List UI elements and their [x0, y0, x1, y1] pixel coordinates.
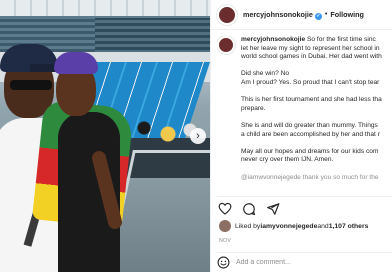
post-date: NOV	[219, 238, 232, 244]
caption-line: prepare.	[241, 104, 266, 112]
caption-line: May all our hopes and dreams for our kid…	[241, 147, 379, 155]
caption-username[interactable]: mercyjohnsonokojie	[241, 36, 305, 43]
liker-avatar[interactable]	[219, 220, 231, 232]
comment-input[interactable]	[236, 259, 386, 266]
caption-line: world school games in Dubai. Her dad wen…	[241, 53, 382, 61]
post-panel: mercyjohnsonokojie ✓ • Following mercyjoh…	[210, 0, 392, 272]
caption-line: Did she win? No	[241, 70, 290, 78]
girl-cap	[54, 52, 98, 74]
verified-badge-icon: ✓	[314, 12, 322, 20]
likes-summary: Liked by iamyvonnejegede and 1,107 other…	[219, 220, 392, 232]
likes-middle: and	[317, 222, 329, 230]
caption-line-faded: @iamwvonnejegede thank you so much for t…	[241, 173, 379, 181]
send-icon[interactable]	[265, 201, 281, 217]
caption-line: let her leave my sight to represent her …	[241, 44, 380, 52]
caption-line: a child are been accomplished by her and…	[241, 130, 380, 138]
likes-prefix: Liked by	[235, 222, 261, 230]
sunglasses	[10, 80, 52, 90]
comment-icon[interactable]	[241, 201, 257, 217]
caption-line: Am I proud? Yes. So proud that I can't s…	[241, 78, 380, 86]
comment-bar	[217, 252, 392, 272]
header-username[interactable]: mercyjohnsonokojie ✓	[243, 10, 322, 20]
caption-avatar[interactable]	[217, 36, 235, 54]
liker-username[interactable]: iamyvonnejegede	[260, 223, 317, 230]
caption-line: So for the first time sinc	[306, 36, 376, 43]
caption-line: This is her first tournament and she had…	[241, 96, 382, 104]
caption-line: never cry over them IJN. Amen.	[241, 156, 334, 164]
emoji-icon[interactable]	[217, 256, 230, 269]
separator-dot: •	[324, 11, 328, 18]
action-bar	[217, 196, 392, 216]
post-caption: mercyjohnsonokojie So for the first time…	[217, 36, 392, 186]
caption-text: mercyjohnsonokojie So for the first time…	[241, 36, 391, 186]
following-button[interactable]: Following	[330, 10, 364, 19]
heart-icon[interactable]	[217, 201, 233, 217]
caption-line: She is and will do greater than mummy. T…	[241, 121, 378, 129]
post-header: mercyjohnsonokojie ✓ • Following	[211, 0, 392, 30]
post-photo[interactable]: ›	[0, 0, 210, 272]
likes-count[interactable]: 1,107 others	[329, 223, 369, 230]
chevron-right-icon[interactable]: ›	[190, 128, 206, 144]
avatar[interactable]	[217, 4, 237, 25]
